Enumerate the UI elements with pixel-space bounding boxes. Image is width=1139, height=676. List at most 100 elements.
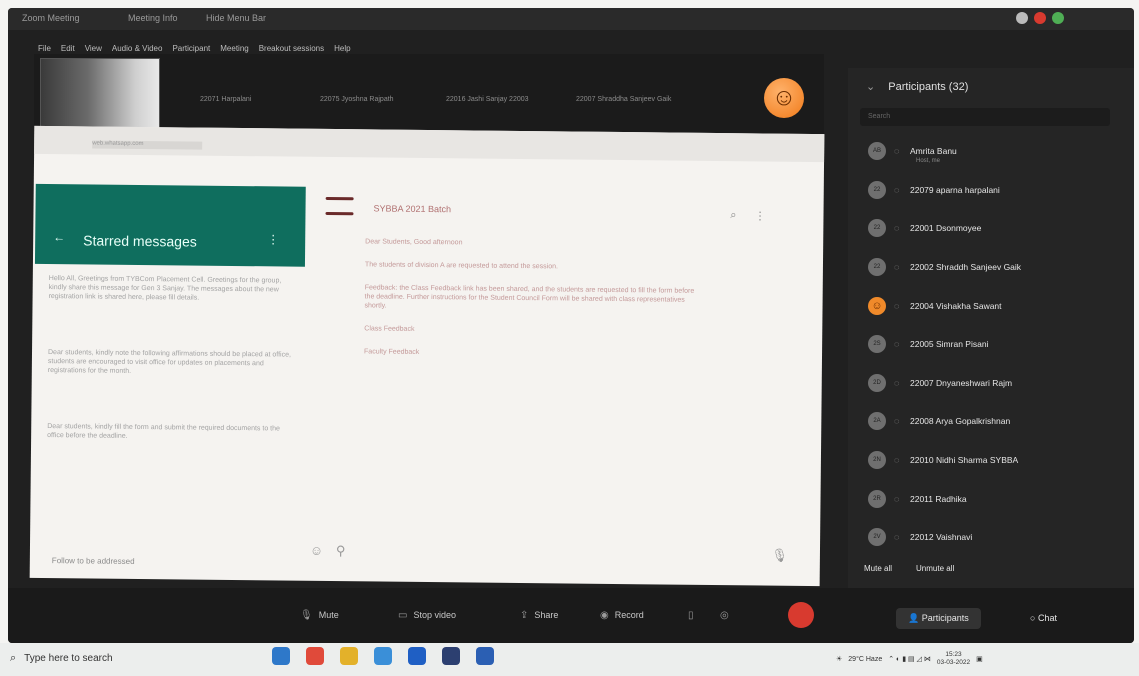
share-screen-icon: ⇪ <box>520 610 529 621</box>
zoom-app-icon[interactable] <box>408 647 426 665</box>
stop-video-button[interactable]: ▭ Stop video <box>398 610 456 621</box>
close-icon[interactable] <box>1034 12 1046 24</box>
hide-menu-bar-tab[interactable]: Hide Menu Bar <box>206 13 266 23</box>
starred-message[interactable]: Hello All, Greetings from TYBCom Placeme… <box>48 274 299 337</box>
participant-search-input[interactable]: Search <box>860 108 1110 126</box>
menu-participant[interactable]: Participant <box>172 44 210 53</box>
thumbnail-label[interactable]: 22071 Harpalani <box>200 96 251 103</box>
chat-pane: SYBBA 2021 Batch ⌕ ⋮ Dear Students, Good… <box>306 187 800 582</box>
chat-header-icons: ⌕ ⋮ <box>730 209 765 222</box>
avatar: 22 <box>868 258 886 277</box>
chrome-app-icon[interactable] <box>374 647 392 665</box>
thumbnail-label[interactable]: 22016 Jashi Sanjay 22003 <box>446 96 529 103</box>
person-icon: 👤 <box>908 613 922 623</box>
shield-app-icon[interactable] <box>306 647 324 665</box>
menu-help[interactable]: Help <box>334 44 350 53</box>
participant-row[interactable]: 2V ◌ 22012 Vaishnavi <box>868 518 1108 557</box>
participants-title: Participants (32) <box>888 81 969 93</box>
minimize-icon[interactable] <box>1016 12 1028 24</box>
more-options-icon[interactable]: ⋮ <box>267 232 279 246</box>
starred-messages-title: Starred messages <box>83 232 197 250</box>
microphone-icon[interactable]: 🎙 <box>771 548 788 564</box>
participants-header: ⌄ Participants (32) <box>866 80 968 93</box>
participant-name: 22079 aparna harpalani <box>910 184 1000 195</box>
participant-name: 22010 Nidhi Sharma SYBBA <box>910 455 1019 466</box>
participant-row[interactable]: 2S ◌ 22005 Simran Pisani <box>868 325 1108 364</box>
attach-icon[interactable]: ⚲ <box>336 543 346 559</box>
app-icon[interactable] <box>442 647 460 665</box>
meeting-info-tab[interactable]: Meeting Info <box>128 13 178 23</box>
menu-view[interactable]: View <box>85 44 102 53</box>
taskbar-search-input[interactable]: ⌕ Type here to search <box>10 647 260 669</box>
emoji-icon[interactable]: ☺ <box>310 543 323 558</box>
share-button[interactable]: ⇪ Share <box>520 610 558 621</box>
browser-app-icon[interactable] <box>272 647 290 665</box>
participant-row[interactable]: 22 ◌ 22001 Dsonmoyee <box>868 209 1108 248</box>
share-label: Share <box>534 610 559 620</box>
self-video-thumbnail[interactable] <box>40 58 160 130</box>
participant-row[interactable]: ☺ ◌ 22004 Vishakha Sawant <box>868 286 1108 325</box>
participant-row[interactable]: 2A ◌ 22008 Arya Gopalkrishnan <box>868 402 1108 441</box>
participants-button[interactable]: 👤 Participants <box>896 608 981 629</box>
maximize-icon[interactable] <box>1052 12 1064 24</box>
starred-message[interactable]: Dear students, kindly note the following… <box>47 348 298 411</box>
mic-icon: ◌ <box>894 223 900 234</box>
stop-video-label: Stop video <box>413 610 456 620</box>
menu-audio-video[interactable]: Audio & Video <box>112 44 163 53</box>
record-button[interactable]: ◉ Record <box>600 610 644 621</box>
clock[interactable]: 15:23 03-03-2022 <box>937 651 970 667</box>
chat-button[interactable]: ○ Chat <box>1018 608 1069 628</box>
weather-label[interactable]: 29°C Haze <box>848 656 882 663</box>
mic-icon: ◌ <box>894 184 900 195</box>
mute-button[interactable]: 🎙 Mute <box>300 610 339 621</box>
chat-title[interactable]: SYBBA 2021 Batch <box>373 203 451 214</box>
thumbnail-label[interactable]: 22075 Jyoshna Rajpath <box>320 96 394 103</box>
word-app-icon[interactable] <box>476 647 494 665</box>
participant-name: 22004 Vishakha Sawant <box>910 300 1002 311</box>
starred-messages-header: ← Starred messages ⋮ <box>34 183 306 267</box>
participant-row[interactable]: 22 ◌ 22002 Shraddh Sanjeev Gaik <box>868 248 1108 287</box>
mute-all-button[interactable]: Mute all <box>864 564 892 573</box>
menu-file[interactable]: File <box>38 44 51 53</box>
tray-icons[interactable]: ⌃ ◐ ▮ ▤ ◿ ⋈ <box>888 655 931 663</box>
avatar: 2R <box>868 489 886 508</box>
mic-icon: ◌ <box>894 455 900 466</box>
avatar: 22 <box>868 180 886 199</box>
notification-icon[interactable]: ▣ <box>976 655 983 663</box>
end-meeting-button[interactable] <box>788 602 814 628</box>
starred-message[interactable]: Dear students, kindly fill the form and … <box>47 422 298 485</box>
mic-icon: ◌ <box>894 493 900 504</box>
mic-icon: ◌ <box>894 146 900 157</box>
participants-label: Participants <box>921 613 969 623</box>
time: 15:23 <box>945 651 962 658</box>
unmute-all-button[interactable]: Unmute all <box>916 564 954 573</box>
avatar: 22 <box>868 219 886 238</box>
menu-meeting[interactable]: Meeting <box>220 44 248 53</box>
menu-breakout[interactable]: Breakout sessions <box>259 44 324 53</box>
chevron-down-icon[interactable]: ⌄ <box>866 81 875 93</box>
menu-bar: File Edit View Audio & Video Participant… <box>38 44 351 53</box>
more-options-icon[interactable]: ⋮ <box>754 209 765 222</box>
menu-edit[interactable]: Edit <box>61 44 75 53</box>
starred-footer: Follow to be addressed <box>51 556 135 566</box>
participant-name: Amrita Banu <box>910 146 957 157</box>
participant-name: 22007 Dnyaneshwari Rajm <box>910 377 1013 388</box>
participant-row[interactable]: 2N ◌ 22010 Nidhi Sharma SYBBA <box>868 441 1108 480</box>
back-arrow-icon[interactable]: ← <box>53 230 65 244</box>
participant-row[interactable]: 22 ◌ 22079 aparna harpalani <box>868 171 1108 210</box>
participant-row[interactable]: 2R ◌ 22011 Radhika <box>868 479 1108 518</box>
starred-message-list: Hello All, Greetings from TYBCom Placeme… <box>47 274 299 499</box>
participants-footer: Mute all Unmute all <box>864 564 954 573</box>
title-tab[interactable]: Zoom Meeting <box>22 13 80 23</box>
browser-address-bar[interactable]: web.whatsapp.com <box>92 140 203 150</box>
apps-button[interactable]: ◎ <box>720 610 735 621</box>
participant-row[interactable]: 2D ◌ 22007 Dnyaneshwari Rajm <box>868 364 1108 403</box>
reactions-button[interactable]: ▯ <box>688 610 700 621</box>
search-icon[interactable]: ⌕ <box>730 209 736 222</box>
folder-app-icon[interactable] <box>340 647 358 665</box>
microphone-icon: 🎙 <box>300 610 313 621</box>
group-avatar[interactable] <box>325 196 354 233</box>
windows-taskbar: ⌕ Type here to search ☀ 29°C Haze ⌃ ◐ ▮ … <box>0 643 1139 676</box>
participant-row[interactable]: AB ◌ Amrita Banu Host, me <box>868 132 1108 171</box>
thumbnail-label[interactable]: 22007 Shraddha Sanjeev Gaik <box>576 96 671 103</box>
